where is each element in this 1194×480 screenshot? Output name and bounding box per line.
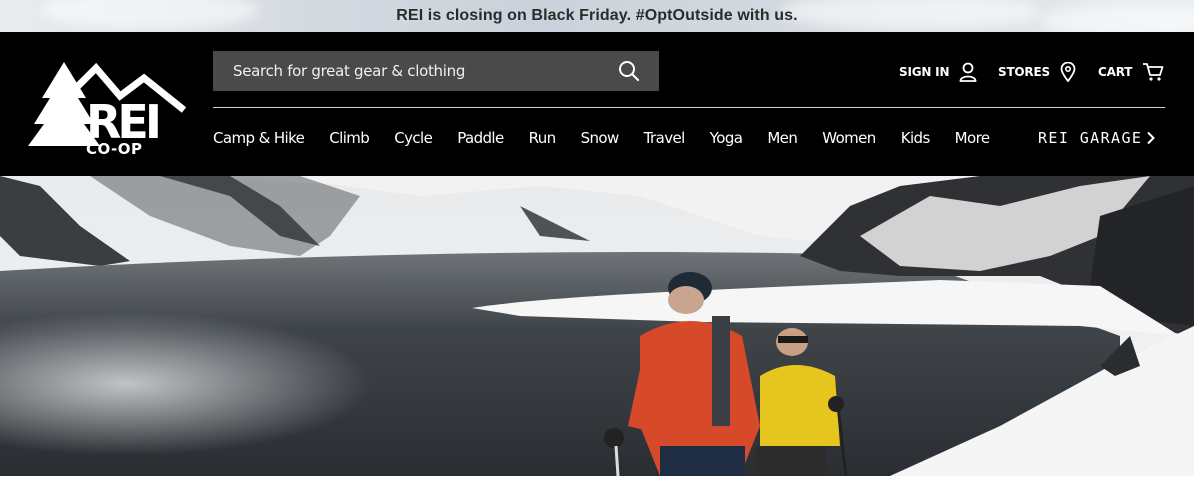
cart-link[interactable]: CART xyxy=(1098,62,1164,82)
nav-item-cycle[interactable]: Cycle xyxy=(394,129,433,147)
rei-coop-logo[interactable]: REI CO-OP xyxy=(24,50,186,156)
stores-label: STORES xyxy=(998,65,1050,79)
main-nav: Camp & Hike Climb Cycle Paddle Run Snow … xyxy=(213,129,1014,147)
cart-icon xyxy=(1142,62,1164,82)
search-input[interactable] xyxy=(213,51,607,91)
nav-item-women[interactable]: Women xyxy=(822,129,876,147)
cart-label: CART xyxy=(1098,65,1133,79)
nav-item-yoga[interactable]: Yoga xyxy=(710,129,743,147)
nav-item-paddle[interactable]: Paddle xyxy=(457,129,504,147)
sign-in-link[interactable]: SIGN IN xyxy=(899,62,977,82)
location-pin-icon xyxy=(1060,62,1076,82)
search-icon xyxy=(619,61,640,82)
nav-item-more[interactable]: More xyxy=(955,129,990,147)
nav-item-run[interactable]: Run xyxy=(529,129,557,147)
chevron-right-icon xyxy=(1146,131,1156,145)
stores-link[interactable]: STORES xyxy=(998,62,1076,82)
sign-in-label: SIGN IN xyxy=(899,65,950,79)
promo-text[interactable]: REI is closing on Black Friday. #OptOuts… xyxy=(396,7,797,25)
logo-text-bottom: CO-OP xyxy=(86,140,143,156)
nav-item-snow[interactable]: Snow xyxy=(581,129,620,147)
header-divider xyxy=(213,107,1165,108)
nav-item-kids[interactable]: Kids xyxy=(901,129,931,147)
rei-garage-link[interactable]: REI GARAGE xyxy=(1038,129,1156,147)
nav-item-men[interactable]: Men xyxy=(767,129,797,147)
hero-image[interactable] xyxy=(0,176,1194,476)
nav-item-camp-hike[interactable]: Camp & Hike xyxy=(213,129,305,147)
user-icon xyxy=(959,62,977,82)
search-bar xyxy=(213,51,659,91)
site-header: REI CO-OP SIGN IN STORES xyxy=(0,32,1194,176)
promo-banner[interactable]: REI is closing on Black Friday. #OptOuts… xyxy=(0,0,1194,32)
rei-garage-label: REI GARAGE xyxy=(1038,129,1143,147)
nav-item-climb[interactable]: Climb xyxy=(329,129,370,147)
nav-item-travel[interactable]: Travel xyxy=(644,129,686,147)
search-button[interactable] xyxy=(607,51,651,91)
hero-photo-mountain-lake xyxy=(0,176,1194,476)
